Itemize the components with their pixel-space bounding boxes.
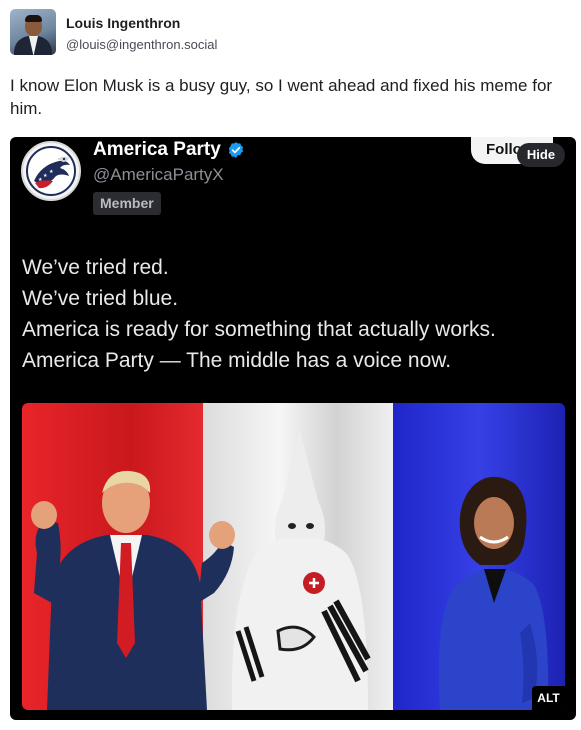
tweet-text: We’ve tried red. We’ve tried blue. Ameri… <box>22 252 567 376</box>
svg-text:★: ★ <box>49 169 54 175</box>
author-avatar[interactable] <box>10 9 56 55</box>
embedded-image[interactable]: ★ ★ ★ America Party @AmericaPartyX Membe… <box>10 137 576 720</box>
tweet-line: We’ve tried red. <box>22 256 169 279</box>
post: Louis Ingenthron @louis@ingenthron.socia… <box>0 0 581 730</box>
author-name[interactable]: Louis Ingenthron <box>66 15 217 32</box>
author-info: Louis Ingenthron @louis@ingenthron.socia… <box>66 15 217 53</box>
verified-badge-icon <box>228 142 243 158</box>
tweet-line: We’ve tried blue. <box>22 287 179 310</box>
svg-text:★: ★ <box>38 177 43 183</box>
author-handle[interactable]: @louis@ingenthron.social <box>66 37 217 53</box>
hide-button[interactable]: Hide <box>517 143 565 167</box>
svg-text:★: ★ <box>43 173 48 179</box>
tweet-line: America Party — The middle has a voice n… <box>22 349 452 372</box>
left-figure-illustration <box>31 470 235 710</box>
account-handle: @AmericaPartyX <box>93 165 224 184</box>
account-name-label: America Party <box>93 139 221 160</box>
right-figure-illustration <box>438 476 549 710</box>
tweet-line: America is ready for something that actu… <box>22 318 496 341</box>
member-badge: Member <box>93 192 161 215</box>
post-header: Louis Ingenthron @louis@ingenthron.socia… <box>10 9 217 57</box>
alt-text-badge[interactable]: ALT <box>532 686 565 710</box>
middle-figure-illustration <box>231 431 371 710</box>
post-text: I know Elon Musk is a busy guy, so I wen… <box>10 76 553 118</box>
account-name: America Party <box>93 139 245 161</box>
america-party-logo: ★ ★ ★ <box>21 141 81 201</box>
tweet-media-image: ALT <box>22 403 565 710</box>
